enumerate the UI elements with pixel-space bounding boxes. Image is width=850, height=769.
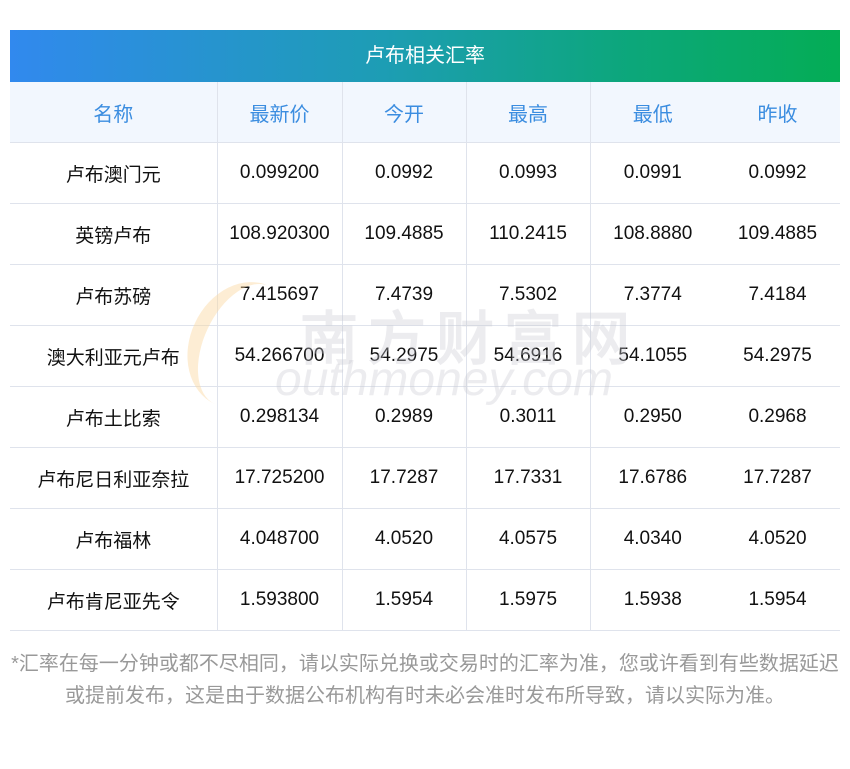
currency-pair-name: 卢布肯尼亚先令 xyxy=(10,569,218,631)
table-row: 卢布土比索 0.298134 0.2989 0.3011 0.2950 0.2968 xyxy=(10,386,840,448)
table-row: 卢布苏磅 7.415697 7.4739 7.5302 7.3774 7.4184 xyxy=(10,264,840,326)
rate-cell: 0.0992 xyxy=(342,142,467,204)
rate-cell: 17.7287 xyxy=(342,447,467,509)
rate-cell: 54.1055 xyxy=(590,325,715,387)
rate-cell: 7.4184 xyxy=(715,264,840,326)
currency-pair-name: 卢布福林 xyxy=(10,508,218,570)
rate-cell: 0.0992 xyxy=(715,142,840,204)
rate-cell: 108.8880 xyxy=(590,203,715,265)
rate-cell: 109.4885 xyxy=(715,203,840,265)
currency-pair-name: 卢布尼日利亚奈拉 xyxy=(10,447,218,509)
rate-cell: 0.0993 xyxy=(466,142,591,204)
rate-cell: 108.920300 xyxy=(217,203,343,265)
rate-cell: 110.2415 xyxy=(466,203,591,265)
currency-pair-name: 英镑卢布 xyxy=(10,203,218,265)
rate-cell: 1.593800 xyxy=(217,569,343,631)
disclaimer-note: *汇率在每一分钟或都不尽相同，请以实际兑换或交易时的汇率为准，您或许看到有些数据… xyxy=(11,653,839,707)
currency-pair-name: 卢布土比索 xyxy=(10,386,218,448)
currency-pair-name: 澳大利亚元卢布 xyxy=(10,325,218,387)
table-row: 英镑卢布 108.920300 109.4885 110.2415 108.8880 10… xyxy=(10,203,840,265)
table-row: 卢布福林 4.048700 4.0520 4.0575 4.0340 4.0520 xyxy=(10,508,840,570)
table-row: 卢布肯尼亚先令 1.593800 1.5954 1.5975 1.5938 1.5954 xyxy=(10,569,840,631)
rate-cell: 54.6916 xyxy=(466,325,591,387)
rate-cell: 0.2968 xyxy=(715,386,840,448)
rate-cell: 1.5954 xyxy=(715,569,840,631)
table-row: 卢布尼日利亚奈拉 17.725200 17.7287 17.7331 17.6786 17… xyxy=(10,447,840,509)
rate-cell: 0.3011 xyxy=(466,386,591,448)
rate-cell: 17.6786 xyxy=(590,447,715,509)
column-header: 今开 xyxy=(342,82,467,143)
rate-cell: 1.5975 xyxy=(466,569,591,631)
rate-cell: 0.2989 xyxy=(342,386,467,448)
currency-pair-name: 卢布澳门元 xyxy=(10,142,218,204)
rate-cell: 0.099200 xyxy=(217,142,343,204)
rate-table-panel: 卢布相关汇率 名称 最新价 今开 最高 最低 昨收 卢布澳门元 0.099200 0.0992… xyxy=(10,30,840,631)
column-header: 昨收 xyxy=(715,82,840,143)
column-header: 最高 xyxy=(466,82,591,143)
rate-cell: 4.0520 xyxy=(342,508,467,570)
table-header-row: 名称 最新价 今开 最高 最低 昨收 xyxy=(10,82,840,143)
table-row: 卢布澳门元 0.099200 0.0992 0.0993 0.0991 0.0992 xyxy=(10,142,840,204)
rate-cell: 0.2950 xyxy=(590,386,715,448)
rate-cell: 4.0575 xyxy=(466,508,591,570)
rate-cell: 4.048700 xyxy=(217,508,343,570)
rate-cell: 17.7287 xyxy=(715,447,840,509)
rate-cell: 1.5954 xyxy=(342,569,467,631)
rate-cell: 7.4739 xyxy=(342,264,467,326)
column-header: 最新价 xyxy=(217,82,343,143)
rate-cell: 54.2975 xyxy=(342,325,467,387)
rate-cell: 0.0991 xyxy=(590,142,715,204)
rate-cell: 109.4885 xyxy=(342,203,467,265)
table-row: 澳大利亚元卢布 54.266700 54.2975 54.6916 54.1055 54.… xyxy=(10,325,840,387)
rate-cell: 1.5938 xyxy=(590,569,715,631)
column-header: 最低 xyxy=(590,82,715,143)
rate-cell: 7.5302 xyxy=(466,264,591,326)
column-header: 名称 xyxy=(10,82,218,143)
rate-cell: 54.2975 xyxy=(715,325,840,387)
rate-cell: 7.3774 xyxy=(590,264,715,326)
rate-cell: 4.0340 xyxy=(590,508,715,570)
rate-cell: 4.0520 xyxy=(715,508,840,570)
rate-table: 名称 最新价 今开 最高 最低 昨收 卢布澳门元 0.099200 0.0992 0.0993 0… xyxy=(10,82,840,631)
table-title: 卢布相关汇率 xyxy=(10,30,840,82)
rate-cell: 17.725200 xyxy=(217,447,343,509)
currency-pair-name: 卢布苏磅 xyxy=(10,264,218,326)
rate-cell: 17.7331 xyxy=(466,447,591,509)
